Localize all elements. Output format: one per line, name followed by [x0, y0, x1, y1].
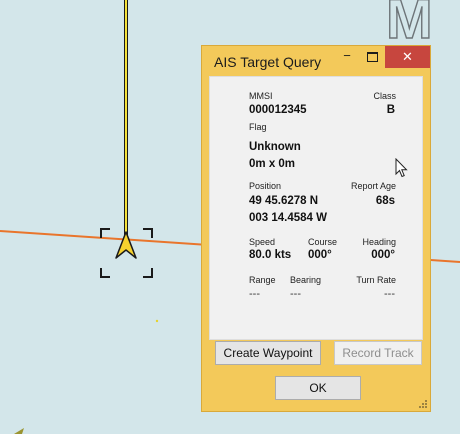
- speed-label: Speed: [249, 237, 276, 247]
- class-value: B: [386, 104, 395, 116]
- speed-value: 80.0 kts: [249, 249, 292, 261]
- report-age-value: 68s: [375, 195, 395, 207]
- close-button[interactable]: ✕: [385, 46, 430, 68]
- vessel-arrow-icon[interactable]: [115, 231, 137, 259]
- range-value: ---: [249, 288, 260, 300]
- maximize-button[interactable]: [362, 49, 382, 70]
- flag-label: Flag: [249, 122, 267, 132]
- resize-grip-icon[interactable]: [418, 399, 428, 409]
- course-value: 000°: [308, 249, 332, 261]
- map-dot: [155, 319, 159, 323]
- bearing-label: Bearing: [290, 275, 322, 285]
- turn-rate-value: ---: [384, 288, 395, 300]
- heading-value: 000°: [371, 249, 395, 261]
- vessel-name: Unknown: [249, 141, 301, 153]
- maximize-icon: [366, 52, 378, 62]
- bearing-value: ---: [290, 288, 301, 300]
- record-track-button[interactable]: Record Track: [334, 341, 422, 365]
- latitude-value: 49 45.6278 N: [249, 195, 319, 207]
- heading-label: Heading: [362, 237, 396, 247]
- chart-corner-glyph: M: [385, 0, 435, 51]
- longitude-value: 003 14.4584 W: [249, 212, 328, 224]
- ais-target-query-dialog: AIS Target Query − ✕ MMSI 000012345 Clas…: [201, 45, 431, 412]
- mmsi-value: 000012345: [249, 104, 307, 116]
- title-bar[interactable]: AIS Target Query − ✕: [202, 46, 430, 75]
- map-edge-mark: [14, 428, 24, 434]
- target-info-panel: MMSI 000012345 Class B Flag Unknown 0m x…: [209, 76, 423, 340]
- create-waypoint-button[interactable]: Create Waypoint: [215, 341, 321, 365]
- ok-button[interactable]: OK: [275, 376, 361, 400]
- mouse-pointer-icon: [395, 158, 408, 178]
- minimize-button[interactable]: −: [338, 48, 356, 69]
- dialog-title: AIS Target Query: [214, 54, 322, 70]
- vessel-size: 0m x 0m: [249, 158, 296, 170]
- position-label: Position: [249, 181, 282, 191]
- report-age-label: Report Age: [350, 181, 396, 191]
- mmsi-label: MMSI: [249, 91, 273, 101]
- turn-rate-label: Turn Rate: [356, 275, 396, 285]
- course-label: Course: [308, 237, 338, 247]
- class-label: Class: [373, 91, 396, 101]
- range-label: Range: [249, 275, 276, 285]
